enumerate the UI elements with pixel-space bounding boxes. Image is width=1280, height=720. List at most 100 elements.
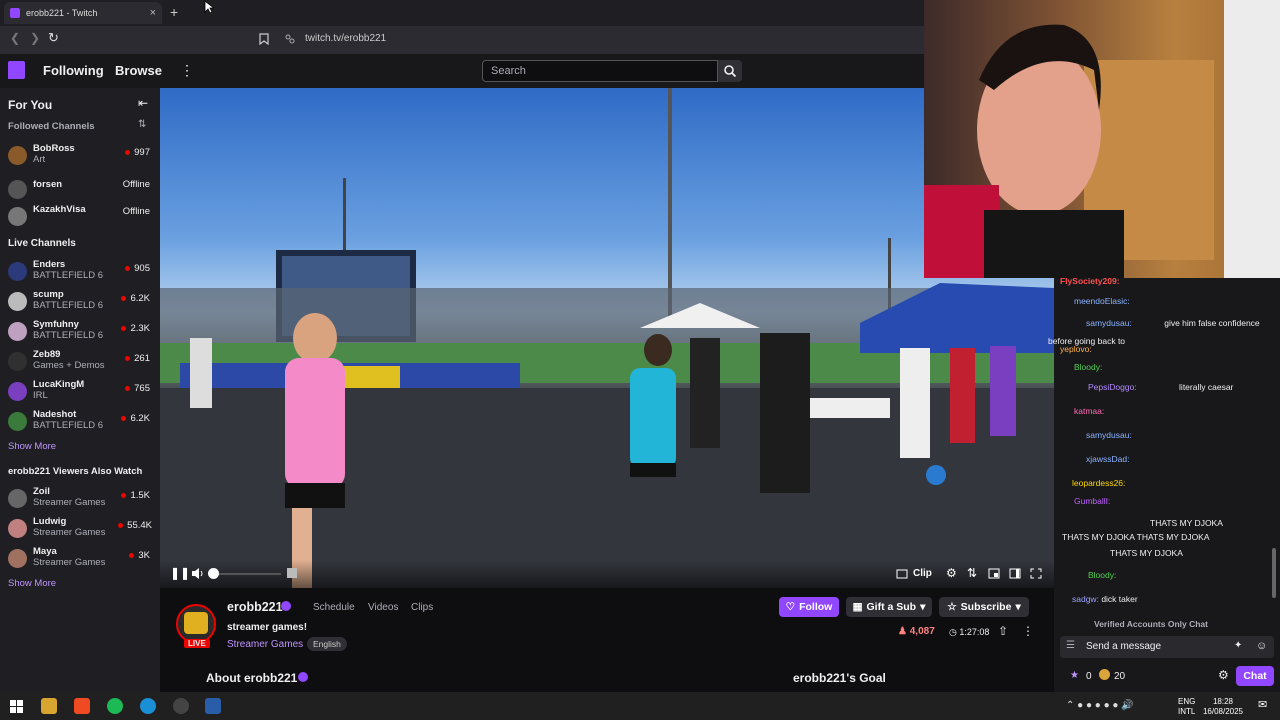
sort-icon[interactable]: ⇅ [138, 119, 146, 130]
channel-game: BATTLEFIELD 6 [33, 420, 104, 431]
tab-videos[interactable]: Videos [368, 602, 398, 613]
viewer-count: 6.2K [121, 413, 150, 424]
chat-message: GumballI: [1074, 496, 1111, 506]
avatar-emote-image [184, 612, 208, 634]
sidebar-channel-symfuhny[interactable]: Symfuhny BATTLEFIELD 6 2.3K [8, 319, 158, 345]
fullscreen-icon[interactable] [1030, 568, 1042, 579]
search-button[interactable] [718, 60, 742, 82]
chat-send-button[interactable]: Chat [1236, 666, 1274, 686]
offline-status: Offline [122, 179, 150, 190]
category-link[interactable]: Streamer Games [227, 639, 303, 650]
heart-icon: ♡ [785, 601, 796, 613]
browser-tab[interactable]: erobb221 - Twitch × [4, 2, 162, 24]
sidebar-channel-lucakingm[interactable]: LucaKingM IRL 765 [8, 379, 158, 405]
file-explorer-icon[interactable] [41, 698, 57, 714]
site-settings-icon[interactable] [285, 34, 295, 44]
bookmark-icon[interactable] [259, 33, 269, 45]
windows-start-icon[interactable] [10, 700, 23, 713]
forward-icon[interactable]: ❯ [30, 31, 40, 45]
sidebar-channel-zeb89[interactable]: Zeb89 Games + Demos 261 [8, 349, 158, 375]
chat-scrollbar[interactable] [1272, 548, 1276, 598]
pause-icon[interactable]: ❚❚ [170, 566, 190, 580]
sidebar-channel-nadeshot[interactable]: Nadeshot BATTLEFIELD 6 6.2K [8, 409, 158, 435]
sidebar-channel-kazakhvisa[interactable]: KazakhVisa Offline [8, 204, 158, 230]
url-field[interactable]: twitch.tv/erobb221 [305, 33, 386, 44]
nav-browse[interactable]: Browse [115, 63, 162, 78]
clock[interactable]: 18:28 16/08/2025 [1200, 697, 1246, 717]
channel-name: Nadeshot [33, 409, 77, 420]
twitch-logo-icon[interactable] [8, 61, 25, 79]
tab-schedule[interactable]: Schedule [313, 602, 355, 613]
nav-following[interactable]: Following [43, 63, 104, 78]
spotify-icon[interactable] [107, 698, 123, 714]
subscribe-button[interactable]: ☆ Subscribe ▾ [939, 597, 1029, 617]
channel-points-icon[interactable]: ★ [1070, 670, 1079, 681]
clip-button[interactable]: Clip [913, 568, 932, 579]
stream-title: streamer games! [227, 622, 308, 633]
chat-input[interactable]: Send a message [1086, 641, 1161, 652]
close-tab-icon[interactable]: × [150, 7, 156, 19]
back-icon[interactable]: ❮ [10, 31, 20, 45]
follow-button[interactable]: ♡ Follow [779, 597, 839, 617]
brave-browser-icon[interactable] [74, 698, 90, 714]
sidebar-channel-enders[interactable]: Enders BATTLEFIELD 6 905 [8, 259, 158, 285]
chat-message: leopardess26: [1072, 478, 1126, 488]
avatar [8, 352, 27, 371]
more-options-icon[interactable]: ⋮ [1022, 624, 1034, 638]
volume-slider-thumb[interactable] [208, 568, 219, 579]
captions-icon[interactable] [286, 567, 298, 579]
avatar [8, 519, 27, 538]
sync-icon[interactable]: ⇅ [967, 566, 977, 580]
show-more-recommended-link[interactable]: Show More [8, 578, 56, 589]
viewer-count: 2.3K [121, 323, 150, 334]
gift-icon: ▦ [852, 601, 863, 613]
sidebar-channel-bobross[interactable]: BobRoss Art 997 [8, 143, 158, 169]
channel-name: LucaKingM [33, 379, 85, 390]
sidebar-channel-maya[interactable]: Maya Streamer Games 3K [8, 546, 158, 572]
volume-slider-track[interactable] [213, 573, 281, 575]
miniplayer-icon[interactable] [988, 568, 1000, 579]
sidebar-channel-zoil[interactable]: Zoil Streamer Games 1.5K [8, 486, 158, 512]
more-menu-icon[interactable]: ⋮ [180, 62, 194, 79]
viewer-count: 997 [125, 147, 150, 158]
video-player[interactable] [160, 88, 1054, 588]
chat-settings-icon[interactable]: ⚙ [1218, 668, 1229, 682]
theatre-mode-icon[interactable] [1009, 568, 1021, 579]
settings-gear-icon[interactable]: ⚙ [946, 566, 957, 580]
app-icon[interactable] [205, 698, 221, 714]
new-tab-button[interactable]: + [170, 4, 178, 20]
gift-sub-button[interactable]: ▦ Gift a Sub ▾ [846, 597, 932, 617]
clip-icon[interactable] [896, 568, 908, 579]
live-dot-icon [121, 325, 127, 331]
reload-icon[interactable]: ↻ [48, 30, 59, 46]
channel-name: scump [33, 289, 64, 300]
live-dot-icon [121, 492, 127, 498]
sidebar-channel-ludwig[interactable]: Ludwig Streamer Games 55.4K [8, 516, 158, 542]
chevron-down-icon: ▾ [1015, 601, 1021, 613]
channel-game: BATTLEFIELD 6 [33, 330, 104, 341]
language-indicator[interactable]: ENG INTL [1178, 697, 1195, 717]
show-more-live-link[interactable]: Show More [8, 441, 56, 452]
notifications-icon[interactable]: ✉ [1258, 698, 1267, 711]
sidebar-channel-scump[interactable]: scump BATTLEFIELD 6 6.2K [8, 289, 158, 315]
stream-scene-image [160, 88, 1054, 588]
channel-name[interactable]: erobb221 [227, 600, 283, 614]
sidebar-channel-forsen[interactable]: forsen Offline [8, 177, 158, 203]
live-dot-icon [121, 415, 127, 421]
tab-clips[interactable]: Clips [411, 602, 433, 613]
emote-picker-icon[interactable]: ☺ [1256, 640, 1267, 652]
power-ups-icon[interactable]: ✦ [1234, 640, 1242, 651]
obs-icon[interactable] [173, 698, 189, 714]
chat-message: Bloody: [1088, 570, 1117, 580]
share-icon[interactable]: ⇧ [998, 624, 1008, 638]
system-tray-icons[interactable]: ⌃ ● ● ● ● ● 🔊 [1066, 700, 1134, 711]
language-tag[interactable]: English [307, 637, 347, 651]
chat-commands-icon[interactable]: ☰ [1066, 640, 1075, 651]
bits-icon[interactable] [1099, 669, 1110, 680]
search-input[interactable]: Search [482, 60, 718, 82]
volume-icon[interactable] [192, 568, 204, 579]
edge-icon[interactable] [140, 698, 156, 714]
collapse-sidebar-icon[interactable]: ⇤ [138, 96, 148, 110]
chat-message: FlySociety209: [1060, 276, 1120, 286]
channel-game: Streamer Games [33, 557, 106, 568]
